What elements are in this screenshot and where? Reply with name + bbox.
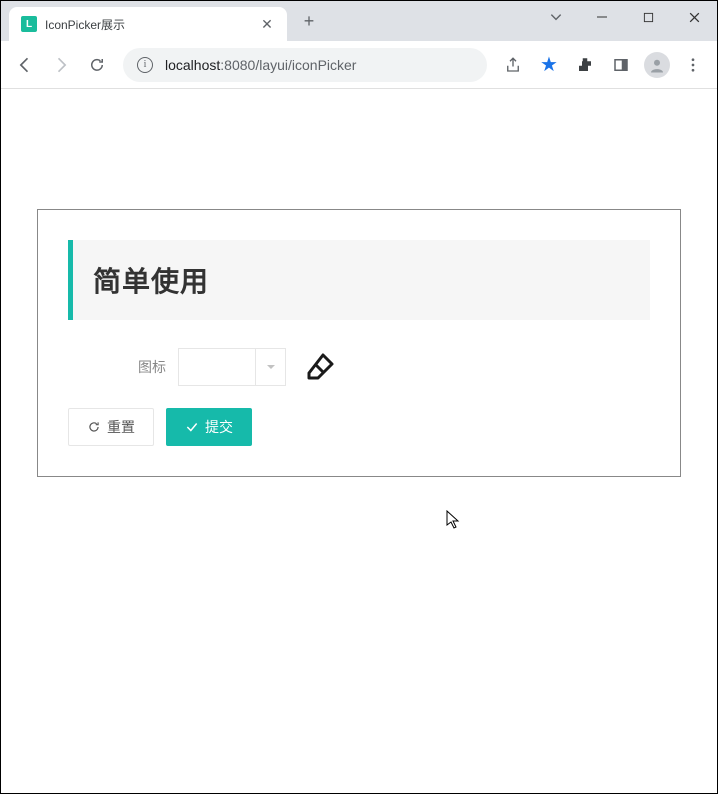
- browser-chrome: L IconPicker展示 ✕ +: [1, 1, 717, 89]
- profile-avatar[interactable]: [641, 49, 673, 81]
- tab-strip: L IconPicker展示 ✕ +: [1, 1, 717, 41]
- reset-button[interactable]: 重置: [68, 408, 154, 446]
- browser-toolbar: i localhost:8080/layui/iconPicker ★: [1, 41, 717, 89]
- reset-button-label: 重置: [107, 417, 135, 437]
- cursor-icon: [446, 510, 462, 530]
- maximize-button[interactable]: [625, 1, 671, 33]
- submit-button[interactable]: 提交: [166, 408, 252, 446]
- chevron-down-icon[interactable]: [533, 1, 579, 33]
- page-content: 简单使用 图标 重置 提交: [1, 89, 717, 513]
- favicon-icon: L: [21, 16, 37, 32]
- tab-title: IconPicker展示: [45, 16, 259, 33]
- check-icon: [185, 420, 199, 434]
- window-controls: [533, 1, 717, 33]
- browser-tab[interactable]: L IconPicker展示 ✕: [9, 7, 287, 41]
- new-tab-button[interactable]: +: [295, 7, 323, 35]
- caret-down-icon: [265, 361, 277, 373]
- section-heading-block: 简单使用: [68, 240, 650, 320]
- refresh-icon: [87, 420, 101, 434]
- form-buttons: 重置 提交: [68, 408, 650, 446]
- forward-button[interactable]: [45, 49, 77, 81]
- share-icon[interactable]: [497, 49, 529, 81]
- icon-label: 图标: [68, 357, 178, 377]
- url-port: :8080: [220, 57, 255, 73]
- back-button[interactable]: [9, 49, 41, 81]
- demo-fieldset: 简单使用 图标 重置 提交: [37, 209, 681, 477]
- extensions-icon[interactable]: [569, 49, 601, 81]
- submit-button-label: 提交: [205, 417, 233, 437]
- url-host: localhost: [165, 57, 220, 73]
- close-icon[interactable]: ✕: [259, 16, 275, 32]
- bookmark-star-icon[interactable]: ★: [533, 49, 565, 81]
- eraser-icon: [304, 351, 336, 383]
- icon-picker-select[interactable]: [178, 348, 286, 386]
- close-window-button[interactable]: [671, 1, 717, 33]
- minimize-button[interactable]: [579, 1, 625, 33]
- icon-form-row: 图标: [68, 348, 650, 386]
- icon-preview: [304, 351, 336, 383]
- menu-icon[interactable]: [677, 49, 709, 81]
- url-text: localhost:8080/layui/iconPicker: [165, 57, 356, 73]
- side-panel-icon[interactable]: [605, 49, 637, 81]
- section-heading: 简单使用: [93, 260, 630, 300]
- reload-button[interactable]: [81, 49, 113, 81]
- address-bar[interactable]: i localhost:8080/layui/iconPicker: [123, 48, 487, 82]
- icon-picker-value: [179, 349, 255, 385]
- dropdown-toggle[interactable]: [255, 349, 285, 385]
- url-path: /layui/iconPicker: [255, 57, 356, 73]
- info-icon[interactable]: i: [137, 57, 153, 73]
